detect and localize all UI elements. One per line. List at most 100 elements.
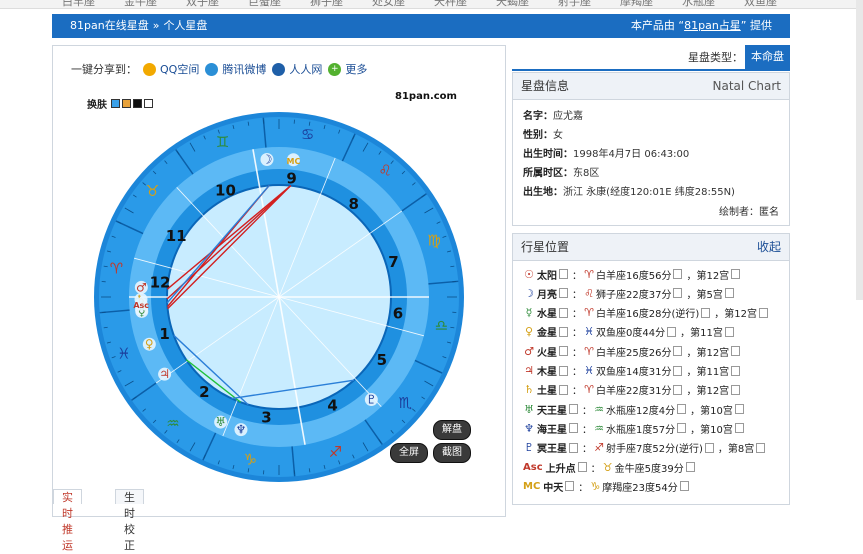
- doc-icon[interactable]: [731, 385, 740, 395]
- doc-icon[interactable]: [673, 366, 682, 376]
- info-row: 出生时间：1998年4月7日 06:43:00: [523, 145, 689, 160]
- top-nav-item[interactable]: 处女座: [372, 0, 405, 9]
- share-renren-link[interactable]: 人人网: [272, 61, 322, 77]
- chart-type-bar: 星盘类型： 本命盘: [512, 43, 790, 71]
- doc-icon[interactable]: [559, 366, 568, 376]
- skin-swatch[interactable]: [111, 99, 120, 108]
- tab-rectification[interactable]: 生时校正: [115, 489, 144, 504]
- doc-icon[interactable]: [701, 308, 710, 318]
- skin-swatch[interactable]: [144, 99, 153, 108]
- doc-icon[interactable]: [680, 481, 689, 491]
- doc-icon[interactable]: [559, 346, 568, 356]
- planet-position: 白羊座22度31分: [596, 382, 671, 397]
- doc-icon[interactable]: [673, 385, 682, 395]
- sign-glyph-icon: ♐: [592, 441, 606, 454]
- top-nav-item[interactable]: 白羊座: [62, 0, 95, 9]
- skin-swatch[interactable]: [122, 99, 131, 108]
- planet-name[interactable]: 火星: [537, 344, 557, 359]
- doc-icon[interactable]: [735, 423, 744, 433]
- top-nav-item[interactable]: 金牛座: [124, 0, 157, 9]
- fullscreen-button[interactable]: 全屏: [390, 443, 428, 463]
- planet-glyph-icon: ♆: [523, 422, 535, 435]
- planet-position: 白羊座25度26分: [596, 344, 671, 359]
- planet-name[interactable]: 月亮: [537, 286, 557, 301]
- doc-icon[interactable]: [667, 327, 676, 337]
- doc-icon[interactable]: [569, 404, 578, 414]
- planet-position: 白羊座16度28分(逆行): [596, 305, 699, 320]
- doc-icon[interactable]: [705, 443, 714, 453]
- doc-icon[interactable]: [559, 269, 568, 279]
- top-nav-item[interactable]: 天秤座: [434, 0, 467, 9]
- planet-name[interactable]: 冥王星: [537, 440, 567, 455]
- planet-glyph-icon: ♃: [159, 367, 170, 381]
- planet-name[interactable]: 中天: [543, 479, 563, 494]
- top-nav-item[interactable]: 水瓶座: [682, 0, 715, 9]
- doc-icon[interactable]: [569, 423, 578, 433]
- planet-name[interactable]: 金星: [537, 324, 557, 339]
- page-scrollbar[interactable]: [856, 0, 863, 300]
- skin-swatch[interactable]: [133, 99, 142, 108]
- doc-icon[interactable]: [686, 462, 695, 472]
- doc-icon[interactable]: [731, 346, 740, 356]
- planet-glyph-icon: ☉: [523, 268, 535, 281]
- doc-icon[interactable]: [673, 346, 682, 356]
- doc-icon[interactable]: [569, 443, 578, 453]
- breadcrumb-site-link[interactable]: 81pan在线星盘: [70, 19, 149, 32]
- doc-icon[interactable]: [725, 327, 734, 337]
- share-item-label: 更多: [345, 61, 367, 77]
- top-nav-item[interactable]: 双子座: [186, 0, 219, 9]
- share-item-label: 腾讯微博: [222, 61, 266, 77]
- planet-glyph-icon: Asc: [523, 462, 543, 473]
- qzone-icon: [143, 63, 156, 76]
- top-nav-item[interactable]: 摩羯座: [620, 0, 653, 9]
- doc-icon[interactable]: [735, 404, 744, 414]
- doc-icon[interactable]: [731, 269, 740, 279]
- doc-icon[interactable]: [759, 308, 768, 318]
- zodiac-sign-icon: ♐: [329, 443, 342, 461]
- planet-name[interactable]: 水星: [537, 305, 557, 320]
- planet-name[interactable]: 土星: [537, 382, 557, 397]
- doc-icon[interactable]: [731, 366, 740, 376]
- planet-name[interactable]: 太阳: [537, 267, 557, 282]
- tab-transit[interactable]: 实时推运: [53, 489, 82, 504]
- provider-link[interactable]: 81pan占星: [684, 19, 741, 32]
- doc-icon[interactable]: [559, 327, 568, 337]
- planet-glyph-icon: Asc: [133, 301, 149, 310]
- planet-name[interactable]: 木星: [537, 363, 557, 378]
- doc-icon[interactable]: [565, 481, 574, 491]
- planet-house: ，第11宫: [686, 363, 729, 378]
- doc-icon[interactable]: [725, 288, 734, 298]
- planet-name[interactable]: 天王星: [537, 402, 567, 417]
- sign-glyph-icon: ♒: [592, 422, 606, 435]
- chart-type-value[interactable]: 本命盘: [745, 45, 790, 69]
- doc-icon[interactable]: [673, 288, 682, 298]
- doc-icon[interactable]: [559, 385, 568, 395]
- doc-icon[interactable]: [677, 423, 686, 433]
- top-nav-item[interactable]: 巨蟹座: [248, 0, 281, 9]
- doc-icon[interactable]: [673, 269, 682, 279]
- planet-name[interactable]: 上升点: [546, 460, 576, 475]
- screenshot-button[interactable]: 截图: [433, 443, 471, 463]
- planet-house: ，第10宫: [690, 402, 733, 417]
- top-nav-item[interactable]: 狮子座: [310, 0, 343, 9]
- planet-name[interactable]: 海王星: [537, 421, 567, 436]
- zodiac-sign-icon: ♌: [378, 162, 391, 180]
- top-nav-item[interactable]: 双鱼座: [744, 0, 777, 9]
- skin-switcher: 换肤: [87, 96, 153, 111]
- planet-row: MC中天：♑摩羯座23度54分: [523, 478, 693, 494]
- doc-icon[interactable]: [756, 443, 765, 453]
- doc-icon[interactable]: [559, 288, 568, 298]
- interpret-button[interactable]: 解盘: [433, 420, 471, 440]
- share-qzone-link[interactable]: QQ空间: [143, 61, 199, 77]
- share-plus-link[interactable]: +更多: [328, 61, 367, 77]
- collapse-link[interactable]: 收起: [757, 234, 781, 260]
- top-nav-item[interactable]: 射手座: [558, 0, 591, 9]
- share-tencent-weibo-link[interactable]: 腾讯微博: [205, 61, 266, 77]
- top-nav-item[interactable]: 天蝎座: [496, 0, 529, 9]
- doc-icon[interactable]: [559, 308, 568, 318]
- doc-icon[interactable]: [677, 404, 686, 414]
- planet-row: ♀金星：♓双鱼座0度44分，第11宫: [523, 324, 738, 340]
- planet-house: ，第12宫: [714, 305, 757, 320]
- doc-icon[interactable]: [578, 462, 587, 472]
- sign-glyph-icon: ♉: [601, 461, 615, 474]
